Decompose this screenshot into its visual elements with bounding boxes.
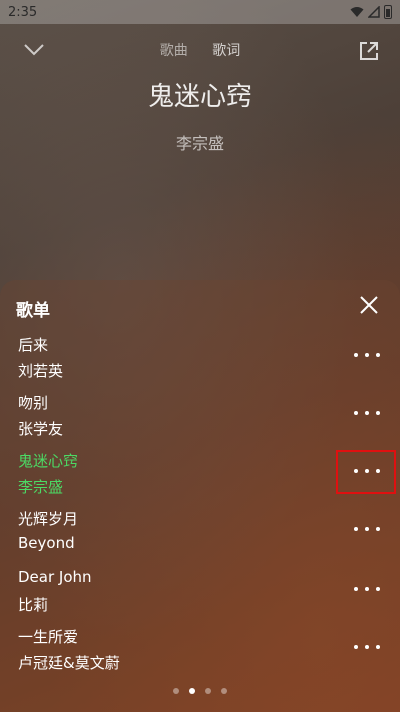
wifi-icon [350, 7, 364, 17]
track-artist: 刘若英 [18, 362, 64, 380]
track-item[interactable]: 吻别 张学友 [0, 392, 400, 448]
track-item-current[interactable]: 鬼迷心窍 李宗盛 [0, 450, 400, 506]
track-artist: 李宗盛 [18, 478, 64, 496]
track-artist: Beyond [18, 534, 75, 552]
track-name: Dear John [18, 568, 92, 586]
track-artist: 比莉 [18, 596, 49, 614]
share-icon[interactable] [358, 40, 380, 62]
track-name: 鬼迷心窍 [18, 452, 79, 470]
signal-icon [368, 6, 380, 18]
track-artist: 张学友 [18, 420, 64, 438]
tab-lyrics[interactable]: 歌词 [212, 43, 240, 59]
page-dot[interactable] [173, 688, 179, 694]
track-name: 后来 [18, 336, 49, 354]
more-horizontal-icon[interactable] [354, 524, 380, 534]
nav-tabs: 歌曲 歌词 [0, 40, 400, 60]
status-bar: 2:35 [0, 0, 400, 24]
more-horizontal-icon[interactable] [354, 584, 380, 594]
track-item[interactable]: 后来 刘若英 [0, 334, 400, 390]
track-name: 吻别 [18, 394, 49, 412]
track-artist: 卢冠廷&莫文蔚 [18, 654, 120, 672]
page-dot[interactable] [205, 688, 211, 694]
track-name: 光辉岁月 [18, 510, 79, 528]
track-item[interactable]: 光辉岁月 Beyond [0, 508, 400, 564]
more-horizontal-icon[interactable] [354, 408, 380, 418]
playlist-title: 歌单 [16, 301, 50, 321]
page-dot[interactable] [221, 688, 227, 694]
status-icons [350, 5, 392, 19]
page-dot-active[interactable] [189, 688, 195, 694]
track-name: 一生所爱 [18, 628, 79, 646]
highlight-box [336, 450, 396, 494]
tab-song[interactable]: 歌曲 [160, 43, 188, 59]
top-nav: 歌曲 歌词 [0, 36, 400, 66]
battery-icon [384, 5, 392, 19]
close-icon[interactable] [358, 294, 380, 316]
track-item[interactable]: 一生所爱 卢冠廷&莫文蔚 [0, 626, 400, 682]
song-title: 鬼迷心窍 [147, 82, 252, 112]
page-indicator [0, 688, 400, 694]
status-time: 2:35 [8, 4, 38, 20]
track-item[interactable]: Dear John 比莉 [0, 568, 400, 624]
more-horizontal-icon[interactable] [354, 642, 380, 652]
song-artist: 李宗盛 [175, 134, 224, 153]
more-horizontal-icon[interactable] [354, 350, 380, 360]
playlist-panel: 歌单 后来 刘若英 吻别 张学友 鬼迷心窍 李宗盛 光辉岁月 Beyond De… [0, 280, 400, 712]
